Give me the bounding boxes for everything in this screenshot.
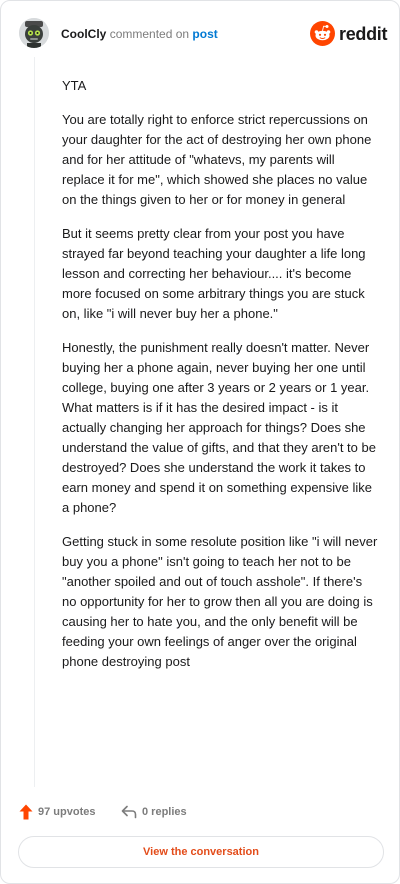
post-link[interactable]: post [192,27,217,41]
comment-card: CoolCly commented on post reddit YTA You… [0,0,400,884]
author-line: CoolCly commented on post [61,26,218,42]
view-conversation-label: View the conversation [143,846,259,858]
reply-arrow-icon [121,805,137,819]
comment-paragraph: Getting stuck in some resolute position … [62,534,378,669]
reddit-wordmark: reddit [339,24,388,44]
comment-footer: 97 upvotes 0 replies [19,803,379,821]
comment-paragraph: But it seems pretty clear from your post… [62,226,366,321]
upvote-button[interactable]: 97 upvotes [19,803,95,821]
action-text: commented on [109,27,190,41]
robot-avatar-icon[interactable] [19,18,49,48]
upvote-count: 97 upvotes [38,806,96,818]
comment-paragraph: Honestly, the punishment really doesn't … [62,340,376,515]
replies-button[interactable]: 0 replies [121,803,187,821]
reply-count: 0 replies [142,806,187,818]
comment-paragraph: You are totally right to enforce strict … [62,112,372,207]
comment-header: CoolCly commented on post reddit [19,18,388,50]
upvote-arrow-icon [19,804,33,820]
comment-paragraph: YTA [62,78,87,93]
author-name[interactable]: CoolCly [61,27,106,41]
comment-body: YTA You are totally right to enforce str… [62,76,380,686]
thread-line [34,57,35,787]
reddit-snoo-icon [310,21,335,46]
reddit-brand[interactable]: reddit [310,21,388,47]
view-conversation-button[interactable]: View the conversation [18,836,384,868]
